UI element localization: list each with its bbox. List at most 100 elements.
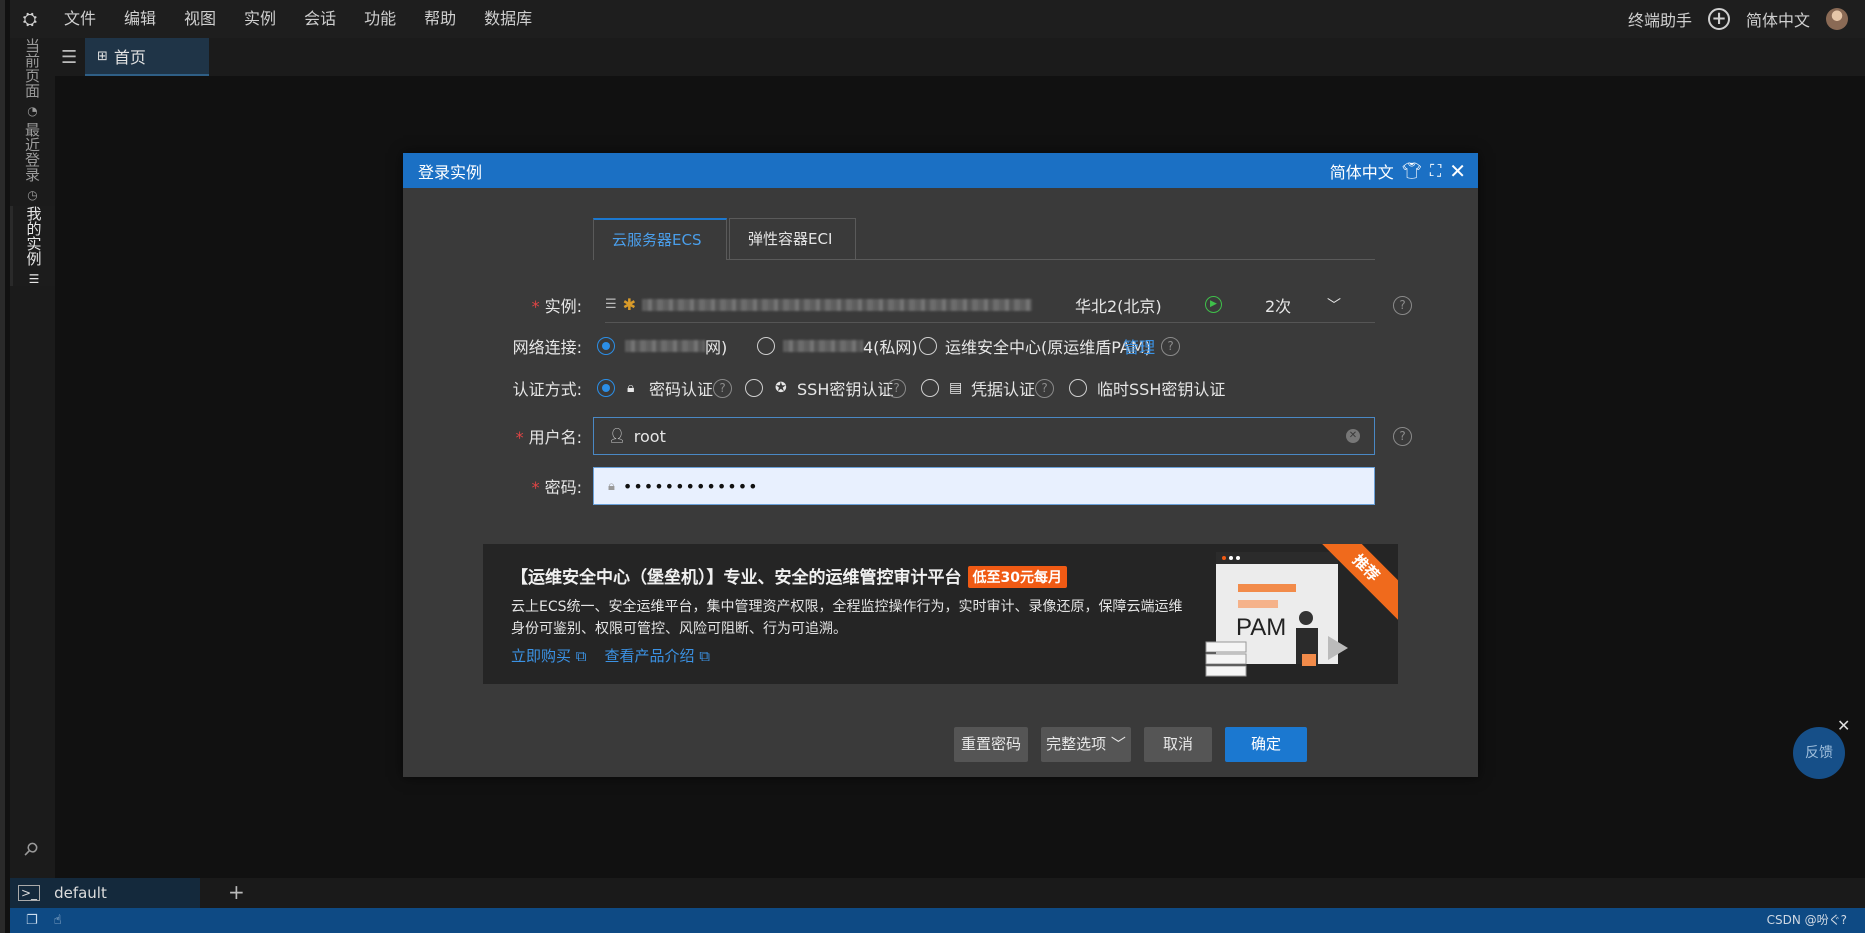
auth-credential-radio[interactable] (921, 379, 939, 397)
tab-home[interactable]: ⊞ 首页 (85, 38, 209, 76)
auth-ssh-help-icon[interactable]: ? (887, 378, 906, 398)
auth-temp-ssh-radio[interactable] (1069, 379, 1087, 397)
collapse-menu-icon[interactable]: ☰ (61, 47, 77, 68)
instance-select[interactable]: ☰ ✱ 华北2(北京) ▶ 2次 ﹀ (605, 287, 1375, 323)
app-window: ⛭ 文件 编辑 视图 实例 会话 功能 帮助 数据库 终端助手 + 简体中文 当… (0, 0, 1865, 933)
shirt-icon[interactable]: 👕︎ (1402, 161, 1422, 180)
password-input[interactable]: 🔒︎ ••••••••••••• (593, 467, 1375, 505)
fullscreen-icon[interactable]: ⛶ (1430, 161, 1441, 181)
pam-art-text: PAM (1236, 614, 1287, 641)
sidebar-tab-label: 最近登录 (23, 122, 41, 182)
redacted-public-ip (625, 340, 705, 352)
auth-password-radio[interactable] (597, 379, 615, 397)
username-input[interactable]: 👤︎ root ✕ (593, 417, 1375, 455)
password-value: ••••••••••••• (622, 476, 759, 496)
username-help-icon[interactable]: ? (1393, 426, 1412, 446)
terminal-icon: >_ (18, 885, 41, 901)
sidebar-tab-current-page[interactable]: 当前页面 ◔ (10, 38, 55, 118)
menu-database[interactable]: 数据库 (470, 0, 546, 38)
page-icon: ◔ (25, 104, 40, 118)
menu-function[interactable]: 功能 (350, 0, 410, 38)
network-help-icon[interactable]: ? (1161, 336, 1180, 356)
reset-password-button[interactable]: 重置密码 (954, 727, 1028, 762)
hand-icon[interactable]: ☝ (54, 913, 62, 928)
auth-credential-help-icon[interactable]: ? (1035, 378, 1054, 398)
network-private-radio[interactable] (757, 337, 775, 355)
dialog-language-selector[interactable]: 简体中文 (1330, 159, 1394, 183)
network-row: 网络连接: 网) 4(私网) 运维安全中心(原运维盾PAM) 管理 ? (403, 328, 1478, 364)
sidebar-tab-recent-login[interactable]: 最近登录 ◷ (10, 122, 55, 202)
cancel-button[interactable]: 取消 (1144, 727, 1212, 762)
auth-password-help-icon[interactable]: ? (713, 378, 732, 398)
login-count: 2次 (1265, 296, 1292, 316)
menu-edit[interactable]: 编辑 (110, 0, 170, 38)
network-private-option[interactable]: 4(私网) (783, 334, 918, 358)
menu-bar: ⛭ 文件 编辑 视图 实例 会话 功能 帮助 数据库 终端助手 + 简体中文 (10, 0, 1865, 38)
network-label: 网络连接: (512, 338, 582, 357)
instance-label: * 实例: (531, 297, 582, 316)
instance-row: * 实例: ☰ ✱ 华北2(北京) ▶ 2次 ﹀ ? (403, 287, 1478, 323)
vertical-sidebar: 当前页面 ◔ 最近登录 ◷ 我的实例 ☰ ⚲ (10, 38, 55, 878)
watermark-text: CSDN @吩ぐ? (1766, 913, 1847, 927)
running-status-icon: ▶ (1205, 296, 1222, 313)
dialog-title: 登录实例 (418, 162, 483, 182)
status-bar: ❐ ☝ (10, 908, 1865, 933)
auth-row: 认证方式: 🔒︎ 密码认证 ? ✪ SSH密钥认证 ? ▤ 凭据认证 ? 临时S… (403, 370, 1478, 406)
copy-icon[interactable]: ❐ (26, 913, 38, 928)
instance-region: 华北2(北京) (1075, 296, 1162, 316)
grid-icon: ⊞ (97, 48, 108, 64)
tab-eci[interactable]: 弹性容器ECI (729, 218, 856, 260)
terminal-tab-bar: >_ default + (10, 878, 1865, 908)
dialog-header: 登录实例 简体中文 👕︎ ⛶ ✕ (403, 153, 1478, 188)
language-selector[interactable]: 简体中文 (1746, 7, 1810, 31)
auth-ssh-option[interactable]: SSH密钥认证 (797, 376, 893, 400)
network-pam-radio[interactable] (919, 337, 937, 355)
lock-icon: 🔒︎ (608, 478, 615, 494)
network-public-radio[interactable] (597, 337, 615, 355)
menu-help[interactable]: 帮助 (410, 0, 470, 38)
clear-input-icon[interactable]: ✕ (1346, 429, 1360, 443)
badge-icon: ✪ (775, 380, 787, 396)
pin-icon[interactable]: ⚲ (19, 837, 43, 861)
menu-view[interactable]: 视图 (170, 0, 230, 38)
terminal-tab-default[interactable]: >_ default (10, 878, 200, 908)
promo-banner: 【运维安全中心（堡垒机）】专业、安全的运维管控审计平台 低至30元每月 云上ECS… (483, 544, 1398, 684)
product-intro-link[interactable]: 查看产品介绍 ⧉ (605, 645, 711, 666)
avatar[interactable] (1826, 8, 1848, 30)
tab-ecs[interactable]: 云服务器ECS (593, 218, 727, 260)
feedback-close-icon[interactable]: ✕ (1837, 716, 1850, 735)
password-label: * 密码: (531, 478, 582, 497)
auth-label: 认证方式: (512, 380, 582, 399)
menu-session[interactable]: 会话 (290, 0, 350, 38)
username-row: * 用户名: 👤︎ root ✕ ? (403, 417, 1478, 455)
user-icon: 👤︎ (608, 428, 626, 444)
auth-password-option[interactable]: 密码认证 (649, 376, 713, 400)
username-value: root (633, 426, 666, 446)
instance-help-icon[interactable]: ? (1393, 295, 1412, 315)
network-public-option[interactable]: 网) (625, 334, 727, 358)
auth-credential-option[interactable]: 凭据认证 (971, 376, 1035, 400)
menu-file[interactable]: 文件 (50, 0, 110, 38)
auth-temp-ssh-option[interactable]: 临时SSH密钥认证 (1097, 376, 1225, 400)
sidebar-tab-my-instances[interactable]: 我的实例 ☰ (10, 206, 55, 286)
document-icon: ▤ (949, 380, 963, 396)
instance-type-tabs: 云服务器ECS 弹性容器ECI (593, 218, 1375, 260)
buy-now-link[interactable]: 立即购买 ⧉ (511, 645, 587, 666)
network-pam-option[interactable]: 运维安全中心(原运维盾PAM) (945, 334, 1151, 358)
close-icon[interactable]: ✕ (1449, 159, 1466, 183)
menu-instance[interactable]: 实例 (230, 0, 290, 38)
auth-ssh-radio[interactable] (745, 379, 763, 397)
add-terminal-icon[interactable]: + (228, 880, 245, 904)
manage-link[interactable]: 管理 (1123, 334, 1155, 358)
pam-illustration: PAM 推荐 (1198, 544, 1398, 684)
redacted-instance-name (642, 298, 1033, 311)
terminal-assistant-link[interactable]: 终端助手 (1628, 7, 1692, 31)
confirm-button[interactable]: 确定 (1225, 727, 1307, 762)
redacted-private-ip (783, 340, 863, 352)
instance-color-icon: ✱ (622, 295, 637, 314)
chevron-down-icon[interactable]: ﹀ (1327, 295, 1341, 315)
lock-icon: 🔒︎ (627, 380, 635, 396)
username-label: * 用户名: (515, 428, 582, 447)
full-options-button[interactable]: 完整选项 ﹀ (1041, 727, 1131, 762)
add-circle-icon[interactable]: + (1707, 8, 1730, 30)
